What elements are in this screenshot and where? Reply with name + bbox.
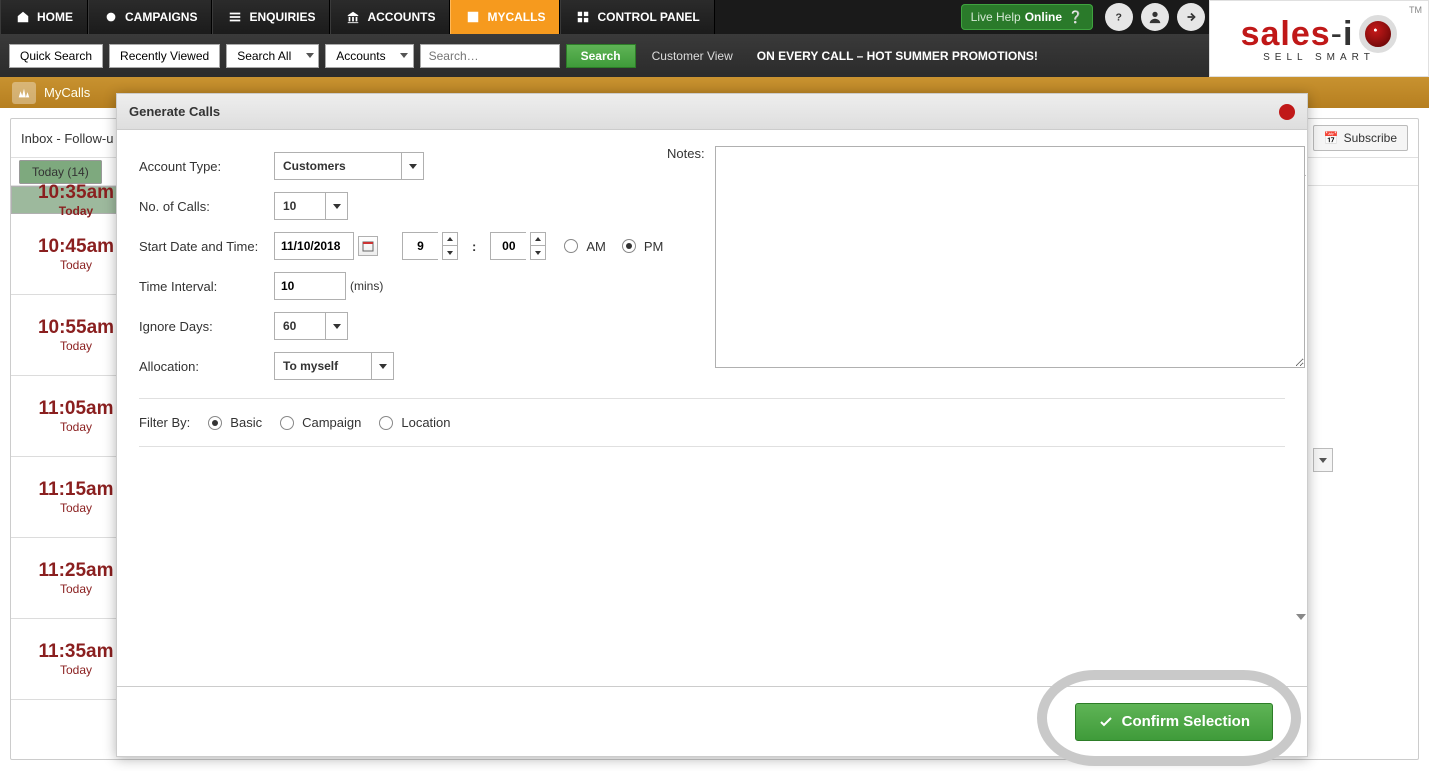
confirm-label: Confirm Selection [1122, 713, 1250, 730]
confirm-selection-button[interactable]: Confirm Selection [1075, 703, 1273, 741]
quick-search-button[interactable]: Quick Search [9, 44, 103, 68]
hour-input[interactable] [402, 232, 438, 260]
filter-campaign-radio[interactable]: Campaign [280, 415, 361, 430]
detail-dropdown-arrow[interactable] [1313, 448, 1333, 472]
pm-label: PM [644, 239, 664, 254]
hour-stepper[interactable] [442, 232, 458, 260]
logo-eye-icon [1359, 15, 1397, 53]
time-interval-input[interactable] [274, 272, 346, 300]
am-label: AM [586, 239, 606, 254]
live-help-pill[interactable]: Live Help Online ❔ [961, 4, 1093, 30]
check-icon [1098, 714, 1114, 730]
minute-stepper[interactable] [530, 232, 546, 260]
search-input[interactable] [420, 44, 560, 68]
logo-sales: sales [1241, 15, 1331, 53]
ignore-days-label: Ignore Days: [139, 319, 274, 334]
subscribe-button[interactable]: 📅 Subscribe [1313, 125, 1408, 151]
tm-label: TM [1409, 5, 1422, 15]
minute-input[interactable] [490, 232, 526, 260]
start-date-input[interactable] [274, 232, 354, 260]
modal-close-button[interactable] [1279, 104, 1295, 120]
nav-accounts[interactable]: ACCOUNTS [330, 0, 450, 34]
megaphone-icon [103, 9, 119, 25]
nav-enquiries-label: ENQUIRIES [249, 10, 315, 24]
nav-control-panel[interactable]: CONTROL PANEL [560, 0, 714, 34]
am-radio[interactable] [564, 239, 578, 253]
account-type-label: Account Type: [139, 159, 274, 174]
start-datetime-label: Start Date and Time: [139, 239, 274, 254]
no-of-calls-select[interactable]: 10 [274, 192, 348, 220]
search-all-dropdown-arrow[interactable] [301, 44, 319, 68]
filter-location-radio[interactable]: Location [379, 415, 450, 430]
live-help-label: Live Help [971, 10, 1021, 24]
home-icon [15, 9, 31, 25]
allocation-select[interactable]: To myself [274, 352, 394, 380]
nav-control-label: CONTROL PANEL [597, 10, 699, 24]
tab-today[interactable]: Today (14) [19, 160, 102, 184]
subscribe-label: Subscribe [1344, 131, 1397, 145]
no-of-calls-label: No. of Calls: [139, 199, 274, 214]
time-interval-label: Time Interval: [139, 279, 274, 294]
grid-icon [575, 9, 591, 25]
calendar-icon: 📅 [1324, 131, 1339, 145]
nav-mycalls-label: MYCALLS [487, 10, 545, 24]
notes-textarea[interactable] [715, 146, 1305, 368]
help-button[interactable]: ? [1105, 3, 1133, 31]
modal-title: Generate Calls [129, 104, 220, 119]
live-help-status: Online [1025, 10, 1062, 24]
nav-home[interactable]: HOME [0, 0, 88, 34]
forward-button[interactable] [1177, 3, 1205, 31]
inbox-label: Inbox - Follow-u [21, 131, 113, 146]
mycalls-title: MyCalls [44, 85, 90, 100]
nav-campaigns-label: CAMPAIGNS [125, 10, 197, 24]
customer-view-link[interactable]: Customer View [652, 49, 733, 63]
calendar-picker-icon[interactable] [358, 236, 378, 256]
profile-button[interactable] [1141, 3, 1169, 31]
calls-icon [465, 9, 481, 25]
nav-home-label: HOME [37, 10, 73, 24]
logo-i: i [1343, 15, 1353, 53]
account-type-select[interactable]: Customers [274, 152, 424, 180]
nav-mycalls[interactable]: MYCALLS [450, 0, 560, 34]
search-button[interactable]: Search [566, 44, 636, 68]
search-all-select[interactable]: Search All [226, 44, 301, 68]
nav-accounts-label: ACCOUNTS [367, 10, 435, 24]
notes-label: Notes: [667, 146, 705, 161]
nav-enquiries[interactable]: ENQUIRIES [212, 0, 330, 34]
nav-campaigns[interactable]: CAMPAIGNS [88, 0, 212, 34]
pm-radio[interactable] [622, 239, 636, 253]
brand-logo: TM sales-i SELL SMART [1209, 0, 1429, 77]
logo-subtitle: SELL SMART [1263, 52, 1375, 63]
promo-banner: ON EVERY CALL – HOT SUMMER PROMOTIONS! [757, 49, 1038, 63]
ignore-days-select[interactable]: 60 [274, 312, 348, 340]
logo-dash: - [1331, 15, 1343, 53]
accounts-select[interactable]: Accounts [325, 44, 395, 68]
filter-by-label: Filter By: [139, 415, 190, 430]
filter-basic-radio[interactable]: Basic [208, 415, 262, 430]
generate-calls-modal: Generate Calls Account Type: Customers N… [116, 93, 1308, 757]
svg-text:?: ? [1116, 12, 1122, 24]
recently-viewed-button[interactable]: Recently Viewed [109, 44, 220, 68]
bank-icon [345, 9, 361, 25]
allocation-label: Allocation: [139, 359, 274, 374]
accounts-dropdown-arrow[interactable] [396, 44, 414, 68]
mycalls-icon [12, 82, 36, 104]
list-icon [227, 9, 243, 25]
mins-label: (mins) [350, 279, 383, 293]
help-circle-icon: ❔ [1068, 10, 1083, 24]
